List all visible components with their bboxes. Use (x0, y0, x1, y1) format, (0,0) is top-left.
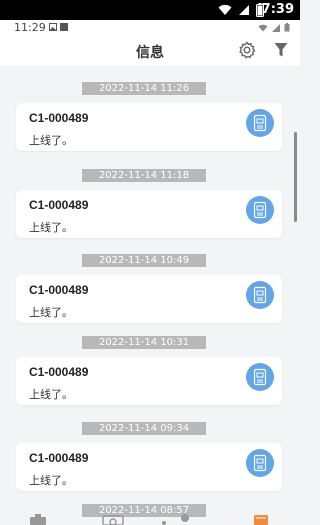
device-name: C1-000489 (29, 198, 89, 212)
device-icon (253, 286, 267, 304)
inner-status-time: 11:29 (14, 21, 46, 34)
notification-icon (60, 23, 68, 31)
filter-icon[interactable] (274, 42, 288, 58)
device-avatar (246, 449, 274, 477)
app-screen: 11:29 信息 2022-11-14 11:26 C1-000489 上线了。… (0, 20, 300, 525)
app-header: 信息 (0, 36, 300, 66)
inner-signal-icon (272, 23, 280, 32)
camera-icon[interactable] (102, 514, 124, 525)
image-notification-icon (49, 23, 57, 31)
message-timestamp: 2022-11-14 10:49 (82, 254, 206, 267)
tab-bar-icon[interactable] (28, 514, 48, 525)
message-text: 上线了。 (29, 307, 73, 319)
inner-wifi-icon (258, 24, 268, 31)
inner-status-bar: 11:29 (0, 20, 300, 36)
device-name: C1-000489 (29, 451, 89, 465)
message-card[interactable]: C1-000489 上线了。 (16, 103, 282, 151)
message-card[interactable]: C1-000489 上线了。 (16, 275, 282, 323)
device-avatar (246, 363, 274, 391)
message-tab-icon[interactable] (254, 514, 268, 525)
device-name: C1-000489 (29, 283, 89, 297)
message-text: 上线了。 (29, 135, 73, 147)
message-text: 上线了。 (29, 475, 73, 487)
message-timestamp: 2022-11-14 11:18 (82, 169, 206, 182)
signal-icon (239, 5, 249, 15)
device-status-bar: 7:39 (0, 0, 300, 20)
device-icon (253, 114, 267, 132)
message-timestamp: 2022-11-14 11:26 (82, 82, 206, 95)
message-text: 上线了。 (29, 222, 73, 234)
device-avatar (246, 196, 274, 224)
device-icon (253, 368, 267, 386)
message-card[interactable]: C1-000489 上线了。 (16, 357, 282, 405)
settings-icon[interactable] (238, 41, 256, 59)
user-icon[interactable] (160, 514, 192, 525)
message-card[interactable]: C1-000489 上线了。 (16, 190, 282, 238)
inner-notification-icons (49, 23, 68, 31)
status-time: 7:39 (261, 2, 294, 17)
device-name: C1-000489 (29, 365, 89, 379)
message-timestamp: 2022-11-14 10:31 (82, 336, 206, 349)
device-icon (253, 454, 267, 472)
wifi-icon (218, 4, 232, 15)
status-icons (218, 3, 264, 17)
inner-system-icons (258, 23, 290, 32)
device-name: C1-000489 (29, 111, 89, 125)
device-avatar (246, 109, 274, 137)
inner-battery-icon (284, 23, 290, 32)
device-icon (253, 201, 267, 219)
device-avatar (246, 281, 274, 309)
scrollbar[interactable] (294, 132, 297, 222)
message-text: 上线了。 (29, 389, 73, 401)
message-card[interactable]: C1-000489 上线了。 (16, 443, 282, 491)
message-timestamp: 2022-11-14 09:34 (82, 422, 206, 435)
